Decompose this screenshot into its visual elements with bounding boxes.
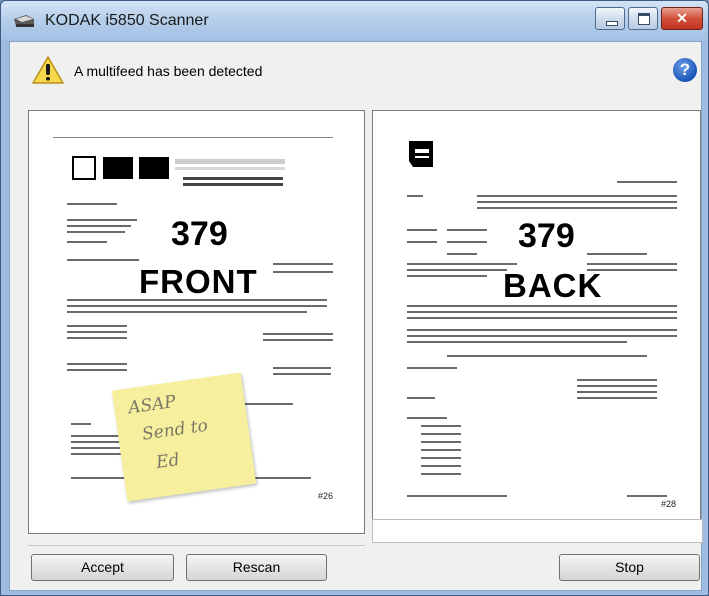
text-line [421,449,461,451]
text-line [67,225,131,227]
text-line [407,269,507,271]
text-line [67,219,137,221]
status-field [372,519,703,543]
divider [28,545,365,546]
front-number: 379 [171,215,228,253]
text-line [263,339,333,341]
text-line [421,425,461,427]
text-line [407,195,423,197]
back-page-number: #28 [661,499,677,509]
accept-button[interactable]: Accept [31,554,174,581]
text-line [67,337,127,339]
help-icon[interactable]: ? [673,58,697,82]
text-line [421,433,461,435]
front-image-panel: 379 FRONT #26 ASAP Send to Ed [28,110,365,534]
text-line [477,201,677,203]
back-label: BACK [503,267,603,304]
text-line [447,355,647,357]
text-line [421,457,461,459]
sticky-note: ASAP Send to Ed [111,372,257,502]
front-page-number: #26 [318,491,334,501]
dialog-body: A multifeed has been detected ? 379 FRON… [9,41,703,591]
text-line [67,305,327,307]
maximize-button[interactable] [628,7,658,30]
sticky-note-line: ASAP [127,391,178,419]
text-line [587,253,647,255]
text-line [407,341,627,343]
text-line [577,379,657,381]
text-line [447,241,487,243]
text-line [407,305,677,307]
text-line [421,465,461,467]
text-line [587,269,677,271]
close-icon: ✕ [676,10,688,26]
stop-button[interactable]: Stop [559,554,700,581]
text-line [71,423,91,425]
close-button[interactable]: ✕ [661,7,703,30]
maximize-icon [638,13,650,25]
text-line [627,495,667,497]
text-line [67,363,127,365]
back-image-panel: 379 BACK #28 [372,110,701,534]
text-line [577,391,657,393]
text-line [407,275,487,277]
text-line [407,311,677,313]
text-line [447,229,487,231]
text-line [407,367,457,369]
minimize-icon [606,21,618,26]
minimize-button[interactable] [595,7,625,30]
text-line [407,397,435,399]
sticky-note-line: Send to [140,415,210,445]
scanner-window: KODAK i5850 Scanner ✕ A multifeed has be… [0,0,709,596]
title-bar[interactable]: KODAK i5850 Scanner ✕ [1,1,708,41]
text-line [407,229,437,231]
text-line [67,369,127,371]
text-line [477,195,677,197]
text-line [407,241,437,243]
text-line [67,311,307,313]
window-title: KODAK i5850 Scanner [45,12,209,29]
sticky-note-line: Ed [154,449,181,474]
text-line [273,367,331,369]
text-line [447,253,477,255]
text-line [67,299,327,301]
text-line [407,329,677,331]
text-line [407,317,677,319]
text-line [67,203,117,205]
text-line [421,473,461,475]
text-line [477,207,677,209]
text-line [273,263,333,265]
text-line [67,231,125,233]
text-line [587,263,677,265]
rescan-button[interactable]: Rescan [186,554,327,581]
text-line [577,385,657,387]
back-page-preview: 379 BACK #28 [387,121,690,513]
text-line [67,331,127,333]
text-line [67,259,139,261]
multifeed-message: A multifeed has been detected [74,63,263,79]
text-line [407,495,507,497]
scanner-icon [14,15,34,27]
text-line [407,417,447,419]
text-line [577,397,657,399]
text-line [67,325,127,327]
text-line [407,335,677,337]
text-line [273,271,333,273]
back-number: 379 [518,217,575,255]
warning-icon [32,56,64,84]
text-line [421,441,461,443]
text-line [273,373,331,375]
text-line [617,181,677,183]
text-line [263,333,333,335]
text-line [67,241,107,243]
front-label: FRONT [139,263,258,300]
text-line [407,263,517,265]
